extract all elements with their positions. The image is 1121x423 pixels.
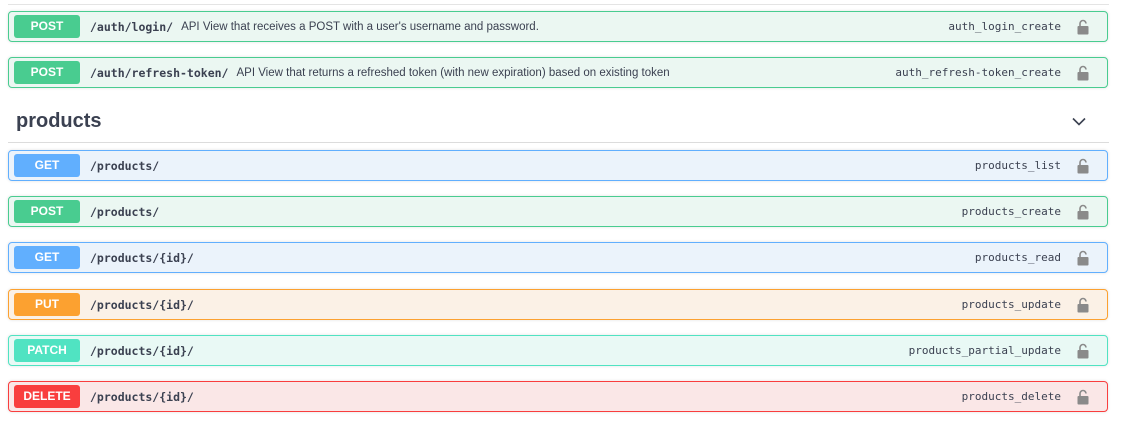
operation-path: /auth/login/ [90,19,174,34]
operation-path: /products/ [90,158,160,173]
lock-icon[interactable] [1073,247,1093,269]
method-badge: DELETE [14,385,80,408]
method-badge: PUT [14,293,80,316]
lock-icon[interactable] [1073,386,1093,408]
operation-products-delete[interactable]: DELETE /products/{id}/ products_delete [8,381,1108,412]
operation-id: auth_refresh-token_create [895,66,1061,79]
method-badge: GET [14,154,80,177]
method-badge: POST [14,15,80,38]
method-badge: PATCH [14,339,80,362]
operation-id: auth_login_create [948,20,1061,33]
operation-products-list[interactable]: GET /products/ products_list [8,150,1108,181]
operation-products-read[interactable]: GET /products/{id}/ products_read [8,242,1108,273]
method-badge: POST [14,61,80,84]
operation-id: products_create [961,205,1061,218]
divider [8,4,1109,5]
operation-id: products_list [974,159,1061,172]
operation-summary: API View that returns a refreshed token … [236,66,670,79]
operation-id: products_partial_update [908,344,1061,357]
section-header-products[interactable]: products [8,101,1109,143]
operation-path: /products/{id}/ [90,250,194,265]
operation-id: products_delete [961,390,1061,403]
lock-icon[interactable] [1073,294,1093,316]
operation-path: /auth/refresh-token/ [90,65,229,80]
method-badge: POST [14,200,80,223]
operation-products-partial-update[interactable]: PATCH /products/{id}/ products_partial_u… [8,335,1108,366]
operation-auth-login[interactable]: POST /auth/login/ API View that receives… [8,11,1108,42]
lock-icon[interactable] [1073,340,1093,362]
operation-id: products_read [974,251,1061,264]
operation-path: /products/{id}/ [90,343,194,358]
operation-path: /products/{id}/ [90,297,194,312]
lock-icon[interactable] [1073,155,1093,177]
lock-icon[interactable] [1073,201,1093,223]
lock-icon[interactable] [1073,62,1093,84]
operation-id: products_update [961,298,1061,311]
operation-summary: API View that receives a POST with a use… [181,20,539,33]
section-title: products [16,110,102,132]
chevron-down-icon[interactable] [1071,114,1087,130]
operation-path: /products/ [90,204,160,219]
operation-path: /products/{id}/ [90,389,194,404]
lock-icon[interactable] [1073,16,1093,38]
operation-auth-refresh-token[interactable]: POST /auth/refresh-token/ API View that … [8,57,1108,88]
operation-products-create[interactable]: POST /products/ products_create [8,196,1108,227]
swagger-page: POST /auth/login/ API View that receives… [0,0,1121,423]
method-badge: GET [14,246,80,269]
operation-products-update[interactable]: PUT /products/{id}/ products_update [8,289,1108,320]
